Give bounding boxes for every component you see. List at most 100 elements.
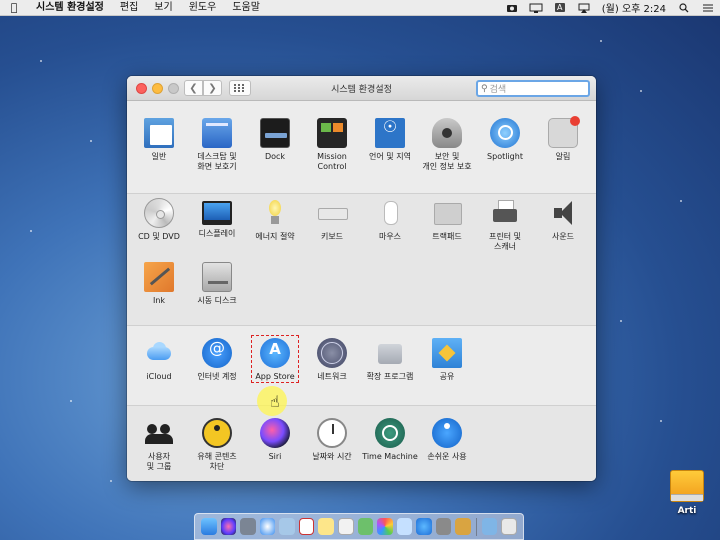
finder-icon[interactable]	[201, 518, 217, 535]
pane-startup-disk[interactable]: 시동 디스크	[185, 262, 249, 306]
users-groups-icon	[144, 418, 174, 448]
pane-sharing[interactable]: 공유	[415, 338, 479, 382]
display-icon	[202, 201, 232, 225]
pane-label: 일반	[151, 152, 167, 161]
menu-view[interactable]: 보기	[146, 0, 180, 16]
notes-icon[interactable]	[318, 518, 334, 535]
pane-label-2: 스캐너	[493, 242, 517, 251]
menu-edit[interactable]: 편집	[112, 0, 146, 16]
apple-menu-icon[interactable]: 	[0, 1, 28, 14]
pane-label: 알림	[555, 152, 571, 161]
pane-label-2: 차단	[209, 462, 225, 471]
title-bar: ❮ ❯ 시스템 환경설정 ⚲ 검색	[127, 76, 596, 101]
pane-cd-dvd[interactable]: CD 및 DVD	[127, 198, 191, 242]
pane-label: 사운드	[551, 232, 575, 241]
app-dock-icon[interactable]	[455, 518, 471, 535]
pane-users-groups[interactable]: 사용자 및 그룹	[127, 418, 191, 472]
pane-parental-controls[interactable]: 유해 콘텐츠 차단	[185, 418, 249, 472]
pane-siri[interactable]: Siri	[243, 418, 307, 462]
pane-label: Siri	[268, 452, 282, 461]
search-field[interactable]: ⚲ 검색	[476, 80, 590, 97]
camera-icon[interactable]	[505, 3, 519, 13]
menu-help[interactable]: 도움말	[224, 0, 268, 16]
cd-dvd-icon	[144, 198, 174, 228]
launchpad-icon[interactable]	[240, 518, 256, 535]
pane-label: 공유	[439, 372, 455, 381]
input-source-icon[interactable]: A	[553, 3, 567, 13]
pane-label: 언어 및 지역	[369, 152, 411, 161]
reminders-icon[interactable]	[337, 518, 354, 535]
pane-label: 날짜와 시간	[312, 452, 352, 461]
pane-ink[interactable]: Ink	[127, 262, 191, 306]
network-icon	[317, 338, 347, 368]
desktop-icon	[202, 118, 232, 148]
maps-icon[interactable]	[357, 518, 374, 535]
pane-label-2: Control	[317, 162, 347, 171]
menu-clock[interactable]: (월) 오후 2:24	[596, 0, 672, 15]
pane-energy-saver[interactable]: 에너지 절약	[243, 198, 307, 242]
extensions-icon	[375, 338, 405, 368]
pane-label: 트랙패드	[432, 232, 462, 241]
pane-internet-accounts[interactable]: 인터넷 계정	[185, 338, 249, 382]
itunes-icon[interactable]	[396, 518, 413, 535]
app-menu[interactable]: 시스템 환경설정	[28, 0, 112, 16]
photos-icon[interactable]	[377, 518, 393, 535]
pane-extensions[interactable]: 확장 프로그램	[358, 338, 422, 382]
internet-section: iCloud 인터넷 계정 App Store 네트워크 확장 프로그램 공유	[127, 326, 596, 405]
pane-mission-control[interactable]: Mission Control	[300, 118, 364, 172]
pane-label: 네트워크	[317, 372, 347, 381]
search-icon[interactable]	[677, 2, 691, 13]
safari-icon[interactable]	[259, 518, 276, 535]
pane-printers-scanners[interactable]: 프린터 및 스캐너	[473, 198, 537, 252]
pane-trackpad[interactable]: 트랙패드	[415, 198, 479, 242]
trash-icon[interactable]	[501, 518, 517, 535]
airplay-icon[interactable]	[577, 3, 591, 13]
pane-label: 데스크탑 및	[197, 152, 237, 161]
pane-label-2: 및 그룹	[146, 462, 172, 471]
pane-label: 사용자	[147, 452, 171, 461]
pane-time-machine[interactable]: Time Machine	[358, 418, 422, 462]
dock-icon	[260, 118, 290, 148]
parental-controls-icon	[202, 418, 232, 448]
desktop-drive[interactable]: Arti	[664, 470, 710, 516]
sharing-icon	[432, 338, 462, 368]
pane-desktop-screensaver[interactable]: 데스크탑 및 화면 보호기	[185, 118, 249, 172]
pane-icloud[interactable]: iCloud	[127, 338, 191, 382]
trackpad-icon	[432, 198, 462, 228]
pane-network[interactable]: 네트워크	[300, 338, 364, 382]
display-mirroring-icon[interactable]	[529, 3, 543, 13]
pane-accessibility[interactable]: 손쉬운 사용	[415, 418, 479, 462]
hand-cursor-icon: ☝	[270, 392, 280, 411]
calendar-icon[interactable]	[298, 518, 315, 535]
hardware-section: CD 및 DVD 디스플레이 에너지 절약 키보드 마우스 트랙패드 프린터 및…	[127, 193, 596, 326]
pane-security-privacy[interactable]: 보안 및 개인 정보 보호	[415, 118, 479, 172]
ink-icon	[144, 262, 174, 292]
pane-date-time[interactable]: 날짜와 시간	[300, 418, 364, 462]
pane-dock[interactable]: Dock	[243, 118, 307, 162]
siri-icon	[260, 418, 290, 448]
pane-sound[interactable]: 사운드	[531, 198, 595, 242]
pane-spotlight[interactable]: Spotlight	[473, 118, 537, 162]
menu-window[interactable]: 윈도우	[181, 0, 225, 16]
pane-label-2: 화면 보호기	[197, 162, 237, 171]
system-preferences-dock-icon[interactable]	[435, 518, 452, 535]
mail-icon[interactable]	[279, 518, 295, 535]
pane-language-region[interactable]: 언어 및 지역	[358, 118, 422, 162]
pane-displays[interactable]: 디스플레이	[185, 198, 249, 239]
notifications-icon	[548, 116, 580, 148]
notification-center-icon[interactable]	[701, 3, 715, 13]
security-icon	[432, 118, 462, 148]
siri-dock-icon[interactable]	[220, 518, 237, 535]
pane-general[interactable]: 일반	[127, 118, 191, 162]
pane-app-store[interactable]: App Store	[243, 338, 307, 382]
pane-keyboard[interactable]: 키보드	[300, 198, 364, 242]
pane-label: 보안 및	[434, 152, 460, 161]
pane-label: Mission	[317, 152, 347, 161]
downloads-folder-icon[interactable]	[481, 518, 498, 535]
pane-label: 키보드	[320, 232, 344, 241]
pane-notifications[interactable]: 알림	[531, 116, 595, 162]
pane-mouse[interactable]: 마우스	[358, 198, 422, 242]
menu-bar:  시스템 환경설정 편집 보기 윈도우 도움말 A (월) 오후 2:24	[0, 0, 720, 16]
pane-label: Spotlight	[487, 152, 523, 161]
app-store-dock-icon[interactable]	[416, 518, 432, 535]
